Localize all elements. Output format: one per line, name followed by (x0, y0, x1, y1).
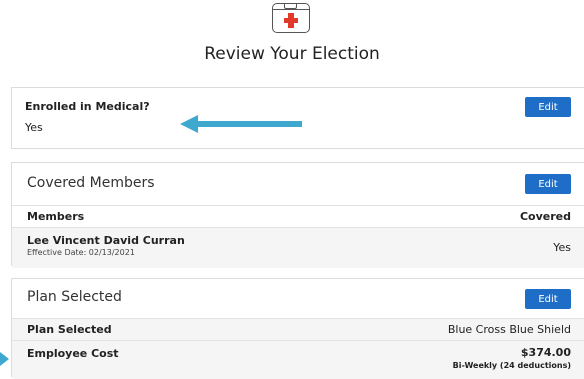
covered-members-card: Covered Members Edit Members Covered Lee… (11, 162, 584, 268)
left-arrow-icon (180, 115, 302, 133)
employee-cost-frequency: Bi-Weekly (24 deductions) (452, 361, 571, 370)
employee-cost-label: Employee Cost (27, 347, 119, 360)
edit-plan-button[interactable]: Edit (525, 289, 571, 309)
enrolled-label: Enrolled in Medical? (25, 100, 150, 113)
employee-cost-row: Employee Cost $374.00 Bi-Weekly (24 dedu… (12, 340, 584, 379)
employee-cost-amount: $374.00 (520, 346, 571, 359)
medical-kit-band (273, 9, 309, 10)
right-arrow-icon (0, 352, 9, 366)
members-column-header: Members (27, 210, 85, 223)
plan-card: Plan Selected Edit Plan Selected Blue Cr… (11, 278, 584, 379)
plan-card-title: Plan Selected (27, 289, 122, 305)
member-covered-value: Yes (553, 241, 571, 254)
red-cross-horizontal (284, 18, 298, 23)
plan-selected-label: Plan Selected (27, 323, 112, 336)
edit-members-button[interactable]: Edit (525, 174, 571, 194)
plan-selected-value: Blue Cross Blue Shield (447, 323, 571, 336)
covered-members-title: Covered Members (27, 175, 155, 191)
plan-selected-row: Plan Selected Blue Cross Blue Shield (12, 318, 584, 341)
table-row: Lee Vincent David Curran Effective Date:… (12, 227, 584, 268)
member-effective-date: Effective Date: 02/13/2021 (27, 248, 135, 257)
members-header-row: Members Covered (12, 205, 584, 228)
covered-column-header: Covered (519, 210, 571, 223)
medical-kit-icon (272, 3, 310, 33)
page-title: Review Your Election (204, 44, 380, 64)
member-name: Lee Vincent David Curran (27, 234, 185, 247)
edit-enrollment-button[interactable]: Edit (525, 97, 571, 117)
enrolled-value: Yes (25, 121, 43, 134)
